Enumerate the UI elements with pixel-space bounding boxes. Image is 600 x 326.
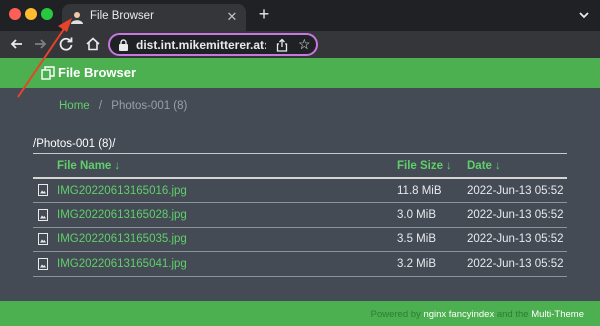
file-size: 3.2 MiB — [397, 251, 467, 277]
reload-icon[interactable] — [57, 35, 75, 53]
file-name-link[interactable]: IMG20220613165028.jpg — [57, 209, 187, 221]
sort-arrow-icon[interactable]: ↓ — [495, 160, 501, 172]
footer-nginx-link[interactable]: nginx — [423, 309, 446, 320]
file-date: 2022-Jun-13 05:52 — [467, 227, 567, 252]
column-label-size[interactable]: File Size — [397, 160, 443, 172]
file-date: 2022-Jun-13 05:52 — [467, 251, 567, 277]
header-title: File Browser — [58, 65, 137, 80]
table-row[interactable]: IMG20220613165028.jpg 3.0 MiB 2022-Jun-1… — [33, 202, 567, 228]
file-name-link[interactable]: IMG20220613165016.jpg — [57, 185, 187, 197]
table-row[interactable]: IMG20220613165016.jpg 11.8 MiB 2022-Jun-… — [33, 178, 567, 203]
browser-tab-strip: File Browser ✕ + — [0, 0, 600, 31]
share-icon[interactable] — [275, 38, 289, 52]
site-header: File Browser — [0, 58, 600, 88]
close-window-button[interactable] — [9, 8, 21, 20]
maximize-window-button[interactable] — [41, 8, 53, 20]
directory-path-title: /Photos-001 (8)/ — [33, 138, 116, 150]
breadcrumb-current: Photos-001 (8) — [111, 100, 188, 112]
browser-tab-active[interactable]: File Browser ✕ — [62, 4, 246, 31]
user-avatar-icon — [71, 12, 83, 24]
sort-by-name-header[interactable]: File Name ↓ — [57, 154, 397, 179]
file-size: 3.5 MiB — [397, 227, 467, 252]
arrow-left-icon[interactable] — [8, 35, 26, 53]
sort-arrow-icon[interactable]: ↓ — [446, 160, 452, 172]
breadcrumb-separator: / — [98, 100, 103, 112]
column-label-name[interactable]: File Name — [57, 160, 111, 172]
copy-files-icon — [41, 66, 55, 80]
chevron-down-icon[interactable] — [578, 9, 590, 21]
table-row[interactable]: IMG20220613165041.jpg 3.2 MiB 2022-Jun-1… — [33, 251, 567, 277]
lock-icon[interactable] — [118, 39, 129, 51]
table-row[interactable]: IMG20220613165035.jpg 3.5 MiB 2022-Jun-1… — [33, 227, 567, 252]
file-size: 11.8 MiB — [397, 178, 467, 203]
breadcrumb: Home / Photos-001 (8) — [59, 100, 187, 112]
column-label-date[interactable]: Date — [467, 160, 492, 172]
file-name-link[interactable]: IMG20220613165035.jpg — [57, 233, 187, 245]
minimize-window-button[interactable] — [25, 8, 37, 20]
sort-by-size-header[interactable]: File Size ↓ — [397, 154, 467, 179]
table-header-row: File Name ↓ File Size ↓ Date ↓ — [33, 154, 567, 179]
home-icon[interactable] — [84, 35, 102, 53]
image-file-icon — [38, 184, 48, 197]
address-bar[interactable]: dist.int.mikemitterer.at:... ☆ — [108, 33, 318, 56]
arrow-right-icon[interactable] — [31, 35, 49, 53]
browser-toolbar: dist.int.mikemitterer.at:... ☆ — [0, 31, 600, 58]
sort-arrow-icon[interactable]: ↓ — [114, 160, 120, 172]
site-footer: Powered by nginx fancyindex and the Mult… — [0, 301, 600, 326]
tab-title: File Browser — [90, 10, 154, 22]
footer-fancyindex-link[interactable]: fancyindex — [449, 309, 494, 320]
close-tab-icon[interactable]: ✕ — [224, 9, 240, 25]
file-name-link[interactable]: IMG20220613165041.jpg — [57, 258, 187, 270]
url-text[interactable]: dist.int.mikemitterer.at:... — [136, 38, 266, 52]
new-tab-button[interactable]: + — [256, 5, 272, 23]
file-table: File Name ↓ File Size ↓ Date ↓ IMG202206131… — [33, 154, 567, 277]
file-date: 2022-Jun-13 05:52 — [467, 202, 567, 228]
footer-credits: Powered by nginx fancyindex and the Mult… — [371, 309, 584, 320]
sort-by-date-header[interactable]: Date ↓ — [467, 154, 567, 179]
footer-theme-link[interactable]: Multi-Theme — [531, 309, 584, 320]
image-file-icon — [38, 233, 48, 246]
file-size: 3.0 MiB — [397, 202, 467, 228]
icon-column-header — [33, 154, 57, 179]
file-date: 2022-Jun-13 05:52 — [467, 178, 567, 203]
image-file-icon — [38, 208, 48, 221]
breadcrumb-home-link[interactable]: Home — [59, 100, 90, 112]
footer-powered-by: Powered by — [370, 309, 421, 320]
footer-and-the: and the — [496, 309, 529, 320]
image-file-icon — [38, 257, 48, 270]
star-icon[interactable]: ☆ — [298, 36, 311, 52]
